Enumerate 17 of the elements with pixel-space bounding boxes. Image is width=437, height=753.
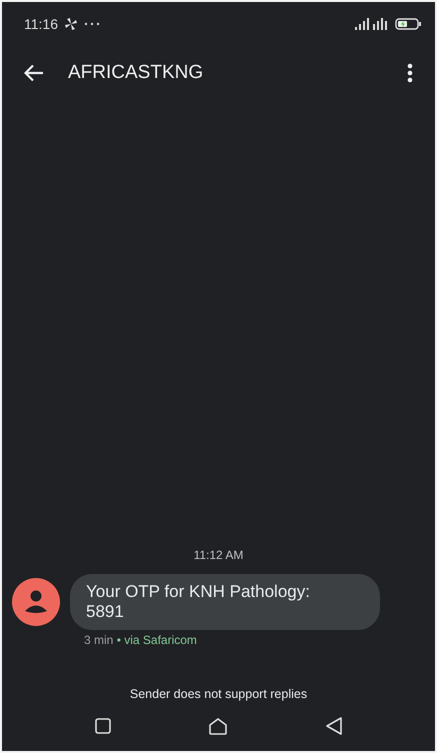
message-age: 3 min: [84, 633, 114, 647]
recents-button[interactable]: [95, 718, 112, 734]
more-notifications-icon: [84, 22, 100, 26]
signal-icon: [355, 18, 389, 30]
battery-icon: [395, 18, 421, 30]
home-button[interactable]: [209, 718, 228, 734]
avatar-icon: [12, 578, 60, 626]
status-time: 11:16: [24, 16, 58, 32]
message-bubble: Your OTP for KNH Pathology: 5891: [70, 574, 380, 630]
back-nav-button[interactable]: [326, 717, 342, 735]
reply-unsupported-notice: Sender does not support replies: [128, 687, 308, 701]
more-vertical-icon: [407, 63, 413, 83]
conversation-title: AFRICASTKNG: [68, 62, 204, 84]
back-arrow-icon: [24, 64, 44, 82]
message-timestamp: 11:12 AM: [192, 548, 244, 562]
fan-icon: [64, 17, 78, 31]
carrier-label: • via Safaricom: [116, 633, 197, 647]
